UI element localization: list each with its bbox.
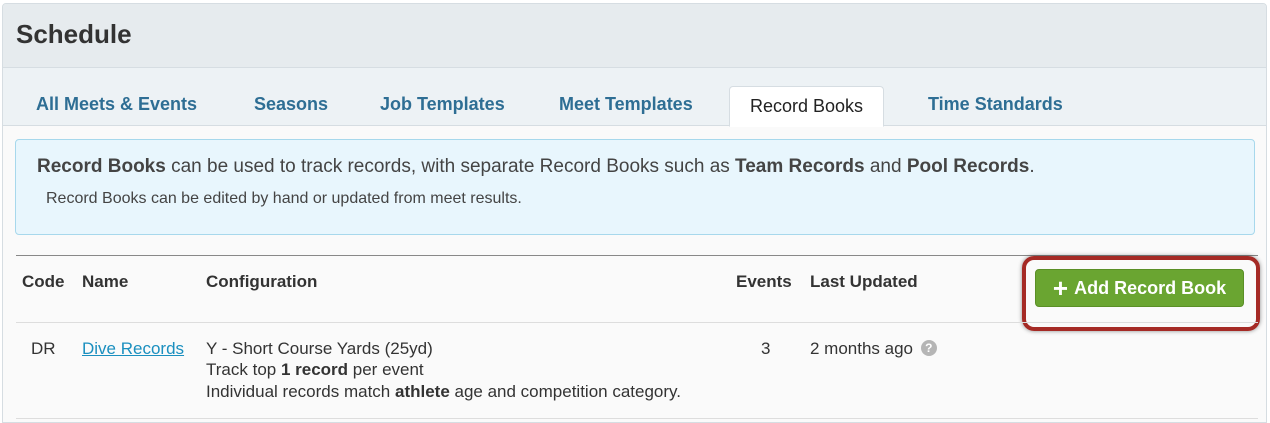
question-circle-icon[interactable]: ? [920, 340, 937, 356]
info-description: Record Books can be used to track record… [37, 156, 1035, 178]
info-text: . [1029, 156, 1035, 177]
row-bottom-border [16, 418, 1258, 419]
row-config-course: Y - Short Course Yards (25yd) [206, 339, 433, 358]
info-text: and [864, 156, 907, 177]
record-book-link[interactable]: Dive Records [82, 339, 184, 358]
row-last-updated: 2 months ago ? [810, 339, 937, 359]
add-record-book-button[interactable]: + Add Record Book [1035, 269, 1244, 307]
tab-meet-templates[interactable]: Meet Templates [559, 94, 693, 115]
tab-seasons[interactable]: Seasons [254, 94, 328, 115]
info-alert: Record Books can be used to track record… [15, 139, 1255, 235]
tab-job-templates[interactable]: Job Templates [380, 94, 505, 115]
panel-header: Schedule [3, 4, 1266, 68]
row-config-match: Individual records match athlete age and… [206, 382, 681, 401]
info-bold-record-books: Record Books [37, 156, 166, 177]
column-header-configuration: Configuration [206, 272, 318, 291]
info-text: can be used to track records, with separ… [165, 156, 736, 177]
column-header-code: Code [22, 272, 65, 291]
tab-time-standards[interactable]: Time Standards [928, 94, 1063, 115]
row-config-track: Track top 1 record per event [206, 360, 424, 379]
plus-icon: + [1052, 273, 1069, 303]
info-bold-pool-records: Pool Records [906, 156, 1030, 177]
tab-record-books[interactable]: Record Books [729, 86, 885, 127]
row-events-count: 3 [761, 339, 771, 358]
info-subtext: Record Books can be edited by hand or up… [46, 190, 522, 207]
schedule-panel: Schedule All Meets & Events Seasons Job … [2, 3, 1267, 423]
page-title: Schedule [16, 19, 132, 49]
info-bold-team-records: Team Records [735, 156, 865, 177]
row-code: DR [31, 339, 56, 358]
tab-bar: All Meets & Events Seasons Job Templates… [3, 68, 1266, 127]
column-header-last-updated: Last Updated [810, 272, 918, 291]
column-header-name: Name [82, 272, 129, 291]
add-record-book-label: Add Record Book [1074, 277, 1227, 298]
tab-all-meets-events[interactable]: All Meets & Events [36, 94, 197, 115]
column-header-events: Events [736, 272, 792, 291]
header-separator [16, 322, 1258, 323]
